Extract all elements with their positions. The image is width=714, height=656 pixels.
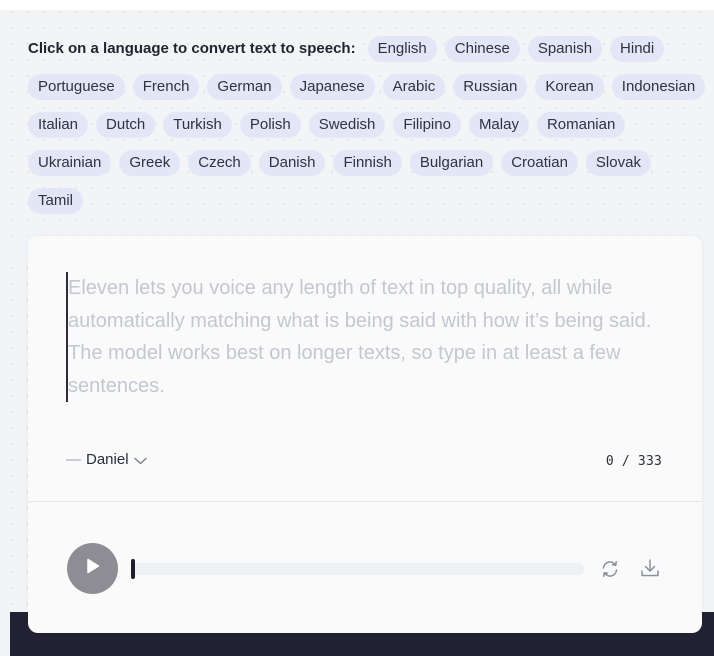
language-chip-tamil[interactable]: Tamil: [28, 188, 84, 214]
language-chip-ukrainian[interactable]: Ukrainian: [28, 150, 112, 176]
language-chip-chinese[interactable]: Chinese: [444, 36, 520, 62]
chevron-down-icon: [133, 452, 147, 469]
language-chip-arabic[interactable]: Arabic: [382, 74, 446, 100]
language-selector: Click on a language to convert text to s…: [28, 36, 714, 214]
card-divider: [28, 501, 702, 502]
top-edge: [0, 0, 714, 10]
language-chip-korean[interactable]: Korean: [535, 74, 604, 100]
language-chip-hindi[interactable]: Hindi: [610, 36, 665, 62]
language-chip-turkish[interactable]: Turkish: [163, 112, 232, 138]
text-input-placeholder: Eleven lets you voice any length of text…: [68, 277, 652, 397]
language-chip-russian[interactable]: Russian: [453, 74, 528, 100]
audio-player: [67, 543, 667, 595]
language-chip-finnish[interactable]: Finnish: [333, 150, 402, 176]
language-chip-filipino[interactable]: Filipino: [393, 112, 461, 138]
language-chip-italian[interactable]: Italian: [28, 112, 89, 138]
download-button[interactable]: [639, 557, 661, 579]
language-chip-german[interactable]: German: [207, 74, 282, 100]
language-chip-czech[interactable]: Czech: [188, 150, 251, 176]
progress-track[interactable]: [131, 563, 584, 575]
text-input[interactable]: Eleven lets you voice any length of text…: [66, 272, 668, 402]
language-chip-bulgarian[interactable]: Bulgarian: [409, 150, 494, 176]
language-chip-english[interactable]: English: [367, 36, 437, 62]
language-chip-danish[interactable]: Danish: [258, 150, 326, 176]
language-chip-croatian[interactable]: Croatian: [501, 150, 578, 176]
voice-dash: —: [66, 451, 81, 468]
voice-selector[interactable]: — Daniel: [66, 450, 147, 469]
play-icon: [86, 558, 100, 579]
download-icon: [639, 559, 661, 583]
language-chip-greek[interactable]: Greek: [119, 150, 181, 176]
play-button[interactable]: [67, 543, 118, 594]
language-chip-indonesian[interactable]: Indonesian: [611, 74, 706, 100]
progress-handle[interactable]: [131, 559, 135, 579]
language-chip-spanish[interactable]: Spanish: [527, 36, 603, 62]
language-prompt: Click on a language to convert text to s…: [28, 40, 356, 57]
voice-name: Daniel: [86, 451, 129, 468]
character-counter: 0 / 333: [605, 454, 662, 469]
language-chip-dutch[interactable]: Dutch: [96, 112, 156, 138]
regenerate-button[interactable]: [599, 558, 621, 580]
language-chip-slovak[interactable]: Slovak: [585, 150, 651, 176]
language-chip-portuguese[interactable]: Portuguese: [28, 74, 125, 100]
refresh-icon: [599, 561, 621, 584]
language-chip-swedish[interactable]: Swedish: [308, 112, 386, 138]
language-chip-polish[interactable]: Polish: [239, 112, 301, 138]
tts-card: Eleven lets you voice any length of text…: [28, 236, 702, 633]
language-chip-malay[interactable]: Malay: [468, 112, 529, 138]
language-chip-romanian[interactable]: Romanian: [536, 112, 626, 138]
language-chip-japanese[interactable]: Japanese: [289, 74, 375, 100]
language-chip-french[interactable]: French: [132, 74, 200, 100]
